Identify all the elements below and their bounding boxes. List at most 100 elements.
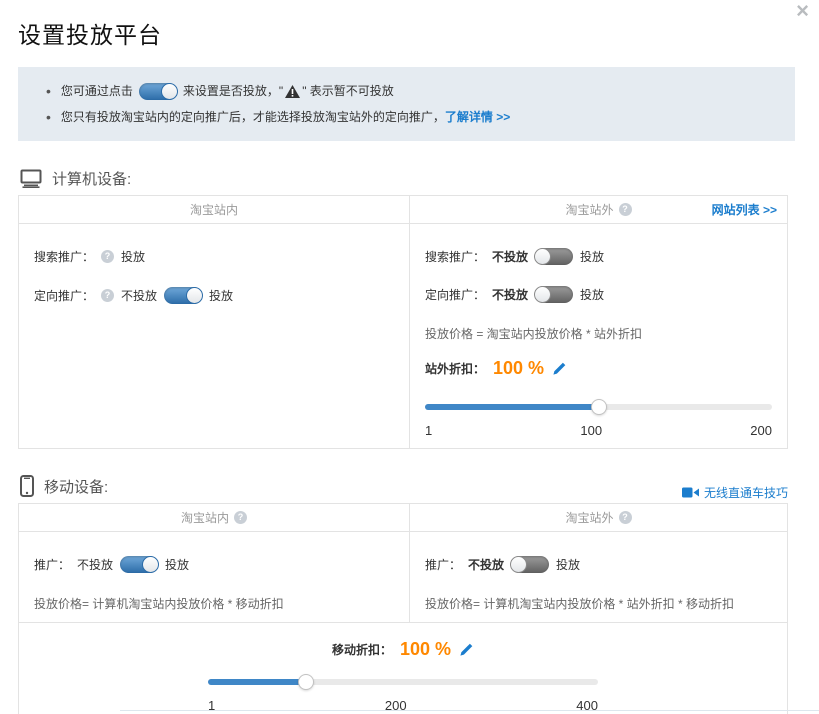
computer-icon [20,169,42,188]
promo-label: 推广： [425,556,461,573]
on-label: 投放 [556,556,580,573]
computer-siteout-header-label: 淘宝站外 [565,201,613,218]
edit-pencil-icon[interactable] [459,642,474,657]
mobile-siteout-price-formula: 投放价格= 计算机淘宝站内投放价格 * 站外折扣 * 移动折扣 [425,595,787,612]
off-label: 不投放 [77,556,113,573]
mobile-discount-footer: 移动折扣： 100 % 1 200 400 [19,622,787,714]
toggle-knob [534,248,551,265]
notice1-pre: 您可通过点击 [61,78,133,104]
off-label: 不投放 [468,556,504,573]
toggle-knob [510,556,527,573]
mobile-sitein-price-formula: 投放价格= 计算机淘宝站内投放价格 * 移动折扣 [34,595,409,612]
computer-siteout-search-row: 搜索推广： 不投放 投放 [425,248,787,265]
video-icon [682,487,699,498]
phone-icon [20,475,34,497]
mobile-table: 淘宝站内 ? 淘宝站外 ? 推广： 不投放 投放 投放价格= 计算机淘宝站内投放… [18,503,788,714]
help-icon[interactable]: ? [234,511,247,524]
notice2-text: 您只有投放淘宝站内的定向推广后，才能选择投放淘宝站外的定向推广， [61,104,445,130]
mobile-discount-row: 移动折扣： 100 % [19,639,787,660]
computer-sitein-header-label: 淘宝站内 [190,201,238,218]
mobile-discount-label: 移动折扣： [332,641,392,658]
off-label: 不投放 [492,286,528,303]
toggle-knob [161,83,178,100]
toggle-knob [534,286,551,303]
warning-icon [285,85,300,98]
slider-fill [208,679,306,685]
computer-table: 淘宝站内 淘宝站外 ? 网站列表 >> 搜索推广： ? 投放 定向推广： ? 不… [18,195,788,449]
page-bottom-divider [120,710,819,711]
page-title: 设置投放平台 [18,16,819,50]
learn-more-link[interactable]: 了解详情 >> [445,104,510,130]
notice-box: • 您可通过点击 来设置是否投放，" " 表示暂不可投放 • 您只有投放淘宝站内… [18,67,795,141]
mobile-section-head: 移动设备: 无线直通车技巧 [20,469,790,503]
computer-sitein-cell: 搜索推广： ? 投放 定向推广： ? 不投放 投放 [19,224,410,448]
search-promo-label: 搜索推广： [425,248,485,265]
mobile-sitein-promo-toggle[interactable] [120,556,158,573]
siteout-discount-value: 100 % [493,358,544,379]
on-label: 投放 [580,248,604,265]
mobile-siteout-promo-toggle[interactable] [511,556,549,573]
mobile-siteout-header-label: 淘宝站外 [565,509,613,526]
set-platform-dialog: × 设置投放平台 • 您可通过点击 来设置是否投放，" " 表示暂不可投放 • … [0,0,819,714]
mobile-sitein-header-label: 淘宝站内 [181,509,229,526]
notice-line-2: • 您只有投放淘宝站内的定向推广后，才能选择投放淘宝站外的定向推广， 了解详情 … [18,104,781,130]
bullet-icon: • [46,78,51,104]
computer-sitein-target-toggle[interactable] [164,287,202,304]
wireless-tips-link[interactable]: 无线直通车技巧 [704,484,788,501]
siteout-discount-row: 站外折扣： 100 % [425,358,787,379]
notice-line-1: • 您可通过点击 来设置是否投放，" " 表示暂不可投放 [18,78,781,104]
mobile-sitein-header: 淘宝站内 ? [19,504,410,532]
edit-pencil-icon[interactable] [552,361,567,376]
help-icon[interactable]: ? [619,511,632,524]
siteout-discount-label: 站外折扣： [425,360,485,377]
toggle-knob [142,556,159,573]
off-label: 不投放 [492,248,528,265]
mobile-discount-value: 100 % [400,639,451,660]
computer-siteout-target-toggle[interactable] [535,286,573,303]
computer-sitein-search-row: 搜索推广： ? 投放 [34,248,409,265]
help-icon[interactable]: ? [619,203,632,216]
computer-sitein-target-row: 定向推广： ? 不投放 投放 [34,287,409,304]
wireless-tips: 无线直通车技巧 [682,484,788,501]
computer-section-head: 计算机设备: [20,161,790,195]
target-promo-label: 定向推广： [34,287,94,304]
computer-sitein-header: 淘宝站内 [19,196,410,224]
example-toggle [139,83,177,100]
slider-min-label: 1 [425,423,432,438]
slider-max-label: 200 [750,423,772,438]
computer-siteout-header: 淘宝站外 ? 网站列表 >> [410,196,787,224]
on-label: 投放 [209,287,233,304]
close-icon[interactable]: × [796,0,809,22]
slider-handle[interactable] [298,674,314,690]
slider-handle[interactable] [591,399,607,415]
search-promo-status: 投放 [121,248,145,265]
notice1-post: " 表示暂不可投放 [302,78,394,104]
promo-label: 推广： [34,556,70,573]
help-icon[interactable]: ? [101,250,114,263]
mobile-sitein-promo-row: 推广： 不投放 投放 [34,556,409,573]
computer-siteout-search-toggle[interactable] [535,248,573,265]
slider-fill [425,404,599,410]
toggle-knob [186,287,203,304]
mobile-discount-slider[interactable] [208,674,598,690]
computer-siteout-cell: 搜索推广： 不投放 投放 定向推广： 不投放 投放 投放价格 = 淘宝站内投放价… [410,224,787,448]
on-label: 投放 [165,556,189,573]
slider-labels: 1 100 200 [425,423,772,438]
help-icon[interactable]: ? [101,289,114,302]
computer-section-title: 计算机设备: [52,168,131,189]
bullet-icon: • [46,104,51,130]
mobile-siteout-cell: 推广： 不投放 投放 投放价格= 计算机淘宝站内投放价格 * 站外折扣 * 移动… [410,532,787,622]
notice1-mid: 来设置是否投放，" [183,78,283,104]
website-list-link[interactable]: 网站列表 >> [712,196,777,224]
mobile-sitein-cell: 推广： 不投放 投放 投放价格= 计算机淘宝站内投放价格 * 移动折扣 [19,532,410,622]
mobile-discount-slider-area: 1 200 400 [208,674,598,713]
siteout-discount-slider-area: 1 100 200 [425,399,787,438]
target-promo-label: 定向推广： [425,286,485,303]
mobile-section-title: 移动设备: [44,476,108,497]
mobile-siteout-header: 淘宝站外 ? [410,504,787,532]
on-label: 投放 [580,286,604,303]
mobile-siteout-promo-row: 推广： 不投放 投放 [425,556,787,573]
search-promo-label: 搜索推广： [34,248,94,265]
siteout-discount-slider[interactable] [425,399,772,415]
computer-siteout-target-row: 定向推广： 不投放 投放 [425,286,787,303]
